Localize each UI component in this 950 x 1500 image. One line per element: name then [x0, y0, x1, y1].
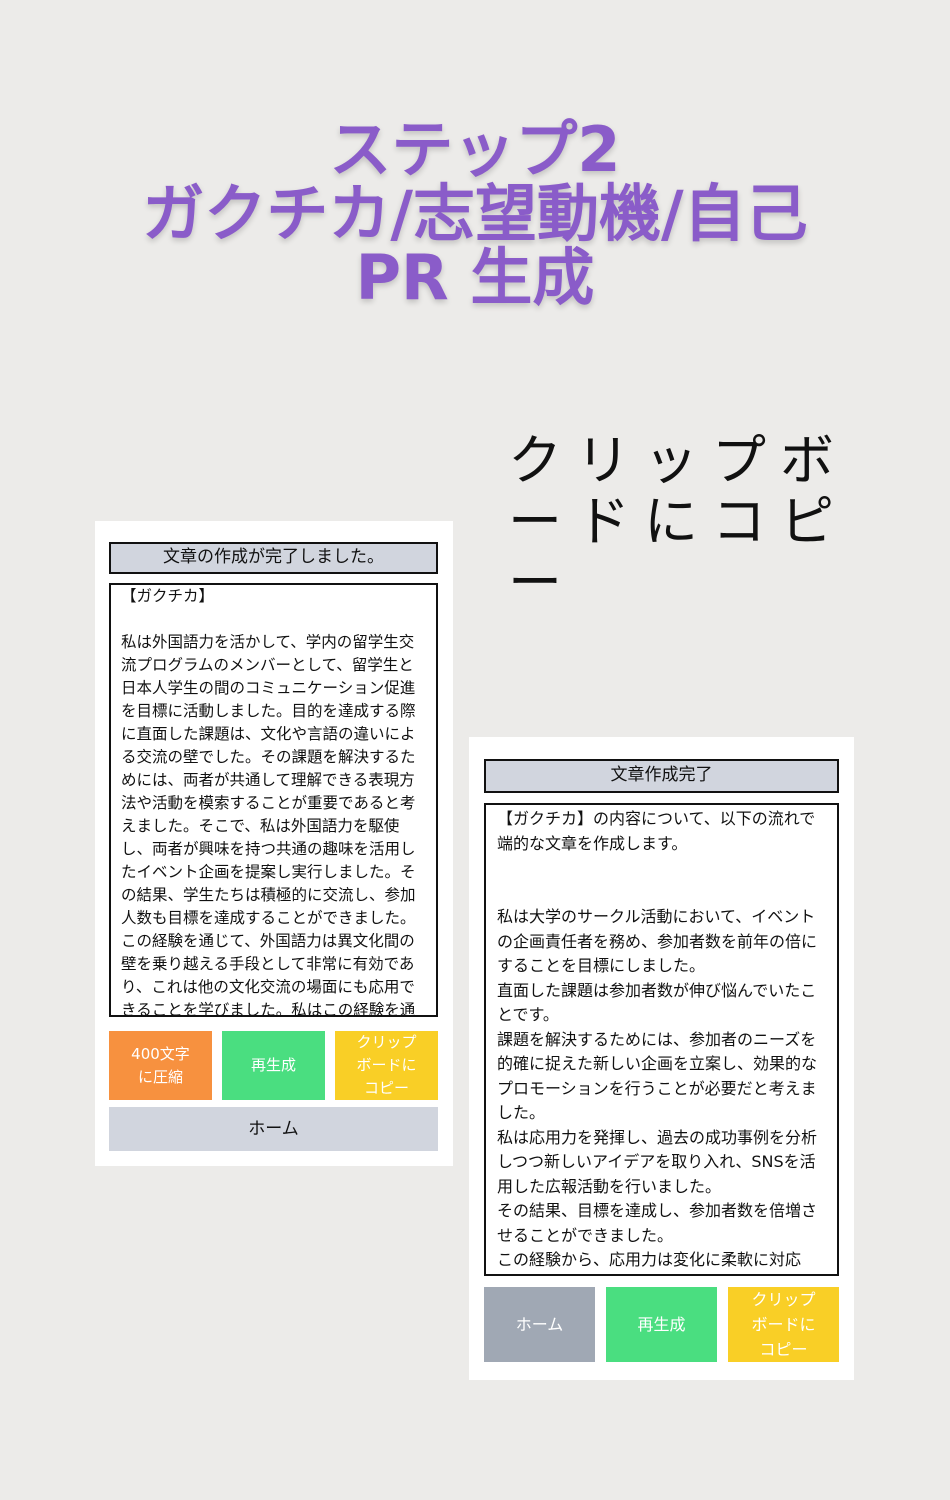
- title-line-3: PR 生成: [355, 241, 595, 314]
- screenshot-card-gakuchika-full: 文章作成完了 【ガクチカ】の内容について、以下の流れで端的な文章を作成します。 …: [469, 737, 854, 1380]
- screenshot-card-gakuchika-400: 文章の作成が完了しました。 【ガクチカ】 私は外国語力を活かして、学内の留学生交…: [95, 521, 453, 1166]
- compress-400-button[interactable]: 400文字 に圧縮: [109, 1031, 212, 1100]
- copy-caption: クリップボードにコピー: [508, 429, 848, 614]
- completion-header: 文章作成完了: [484, 759, 839, 793]
- generated-text-area[interactable]: 【ガクチカ】の内容について、以下の流れで端的な文章を作成します。 私は大学のサー…: [484, 803, 839, 1276]
- copy-to-clipboard-button[interactable]: クリップ ボードに コピー: [335, 1031, 438, 1100]
- home-button[interactable]: ホーム: [109, 1107, 438, 1151]
- home-button[interactable]: ホーム: [484, 1287, 595, 1362]
- generated-text-area[interactable]: 【ガクチカ】 私は外国語力を活かして、学内の留学生交流プログラムのメンバーとして…: [109, 583, 438, 1017]
- page-title: ステップ2 ガクチカ/志望動機/自己 PR 生成: [0, 118, 950, 310]
- title-line-2: ガクチカ/志望動機/自己: [142, 177, 808, 250]
- regenerate-button[interactable]: 再生成: [222, 1031, 325, 1100]
- copy-to-clipboard-button[interactable]: クリップ ボードに コピー: [728, 1287, 839, 1362]
- completion-header: 文章の作成が完了しました。: [109, 542, 438, 574]
- title-line-1: ステップ2: [329, 113, 621, 186]
- regenerate-button[interactable]: 再生成: [606, 1287, 717, 1362]
